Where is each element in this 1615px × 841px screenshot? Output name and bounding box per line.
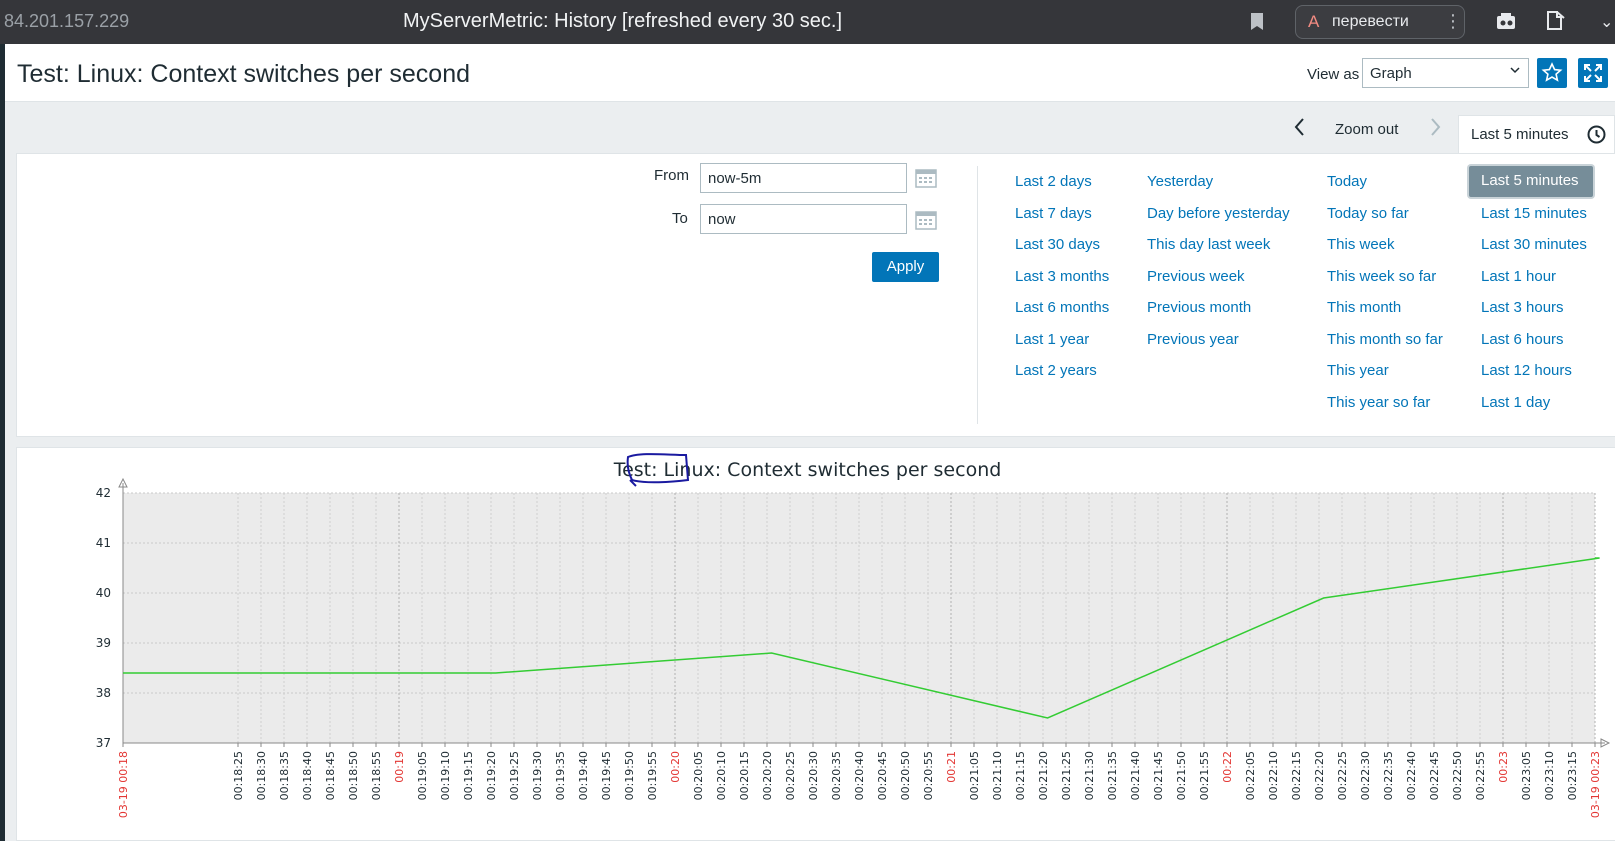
zoom-out-button[interactable]: Zoom out [1335, 121, 1398, 138]
extension-icon[interactable] [1495, 11, 1517, 31]
page-title: Test: Linux: Context switches per second [17, 60, 471, 88]
address-bar[interactable]: 84.201.157.229 [4, 11, 129, 32]
quick-range-link[interactable]: Last 2 days [1015, 173, 1092, 190]
quick-range-selected[interactable]: Last 5 minutes [1469, 166, 1593, 197]
quick-range-link[interactable]: Yesterday [1147, 173, 1213, 190]
graph-panel [16, 447, 1615, 841]
time-period-label: Last 5 minutes [1471, 126, 1569, 143]
chevron-left-icon[interactable] [1292, 116, 1308, 138]
quick-range-link[interactable]: This week [1327, 236, 1395, 253]
quick-range-link[interactable]: Today so far [1327, 205, 1409, 222]
time-filter-panel: From now-5m To now Apply Last 2 days Las… [16, 153, 1615, 437]
menu-chevron-icon[interactable]: ⌄ [1600, 12, 1613, 32]
extensions-puzzle-icon[interactable] [1545, 9, 1567, 33]
quick-range-link[interactable]: This week so far [1327, 268, 1436, 285]
translate-icon: A [1308, 12, 1320, 31]
translate-label: перевести [1332, 13, 1409, 30]
quick-range-link[interactable]: Last 1 day [1481, 394, 1550, 411]
star-icon [1541, 62, 1563, 82]
time-navigation: Zoom out Last 5 minutes [5, 102, 1615, 153]
from-input[interactable]: now-5m [700, 163, 907, 193]
add-to-favorites-button[interactable] [1537, 58, 1567, 88]
quick-range-link[interactable]: Last 3 months [1015, 268, 1109, 285]
quick-range-link[interactable]: Last 1 year [1015, 331, 1089, 348]
quick-range-link[interactable]: Last 1 hour [1481, 268, 1556, 285]
view-as-select[interactable]: Graph [1362, 58, 1529, 88]
quick-range-link[interactable]: Last 15 minutes [1481, 205, 1587, 222]
quick-range-link[interactable]: This month so far [1327, 331, 1443, 348]
time-period-tab[interactable]: Last 5 minutes [1458, 115, 1615, 153]
quick-range-link[interactable]: Previous week [1147, 268, 1245, 285]
quick-range-link[interactable]: Last 6 months [1015, 299, 1109, 316]
quick-range-link[interactable]: This day last week [1147, 236, 1270, 253]
more-vert-icon[interactable]: ⋮ [1444, 11, 1462, 32]
view-as-label: View as [1307, 66, 1360, 83]
clock-icon [1587, 125, 1606, 144]
quick-range-link[interactable]: Today [1327, 173, 1367, 190]
to-input[interactable]: now [700, 204, 907, 234]
quick-range-link[interactable]: This year [1327, 362, 1389, 379]
fullscreen-button[interactable] [1578, 58, 1608, 88]
quick-range-link[interactable]: Day before yesterday [1147, 205, 1290, 222]
quick-range-link[interactable]: Last 2 years [1015, 362, 1097, 379]
quick-range-link[interactable]: Last 7 days [1015, 205, 1092, 222]
page-header: Test: Linux: Context switches per second… [5, 44, 1615, 102]
calendar-icon[interactable] [915, 210, 937, 230]
calendar-icon[interactable] [915, 168, 937, 188]
view-as-value: Graph [1370, 65, 1412, 82]
quick-range-link[interactable]: Last 12 hours [1481, 362, 1572, 379]
quick-range-link[interactable]: Last 6 hours [1481, 331, 1564, 348]
quick-range-link[interactable]: This year so far [1327, 394, 1430, 411]
window-title: MyServerMetric: History [refreshed every… [403, 10, 843, 32]
fullscreen-icon [1584, 64, 1602, 82]
quick-range-link[interactable]: This month [1327, 299, 1401, 316]
to-label: To [672, 210, 688, 227]
quick-range-link[interactable]: Last 30 days [1015, 236, 1100, 253]
chevron-right-icon[interactable] [1427, 116, 1443, 138]
left-rail [0, 44, 5, 841]
apply-button[interactable]: Apply [872, 252, 939, 282]
quick-range-link[interactable]: Previous month [1147, 299, 1251, 316]
browser-toolbar: 84.201.157.229 MyServerMetric: History [… [0, 0, 1615, 44]
from-label: From [654, 167, 689, 184]
quick-range-link[interactable]: Last 30 minutes [1481, 236, 1587, 253]
bookmark-icon[interactable] [1250, 12, 1264, 31]
quick-range-link[interactable]: Previous year [1147, 331, 1239, 348]
divider [977, 166, 978, 424]
chart-title: Test: Linux: Context switches per second [613, 459, 1002, 481]
quick-range-link[interactable]: Last 3 hours [1481, 299, 1564, 316]
translate-button[interactable]: A перевести ⋮ [1295, 5, 1465, 39]
chevron-down-icon [1510, 67, 1520, 74]
